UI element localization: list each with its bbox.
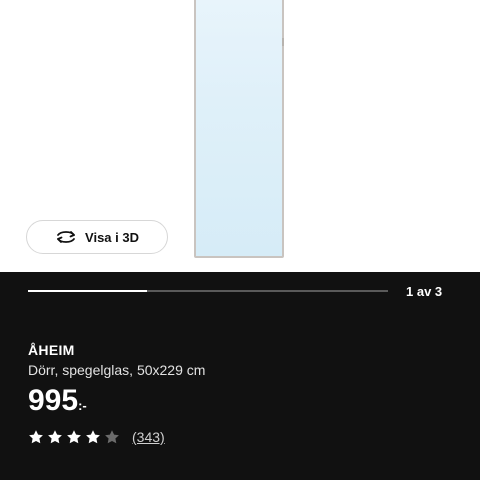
gallery-counter: 1 av 3 bbox=[406, 284, 443, 299]
product-rating[interactable]: (343) bbox=[28, 429, 165, 445]
view-in-3d-button[interactable]: Visa i 3D bbox=[26, 220, 168, 254]
product-info-panel: 1 av 3 ÅHEIM Dörr, spegelglas, 50x229 cm… bbox=[0, 272, 480, 480]
gallery-progress-fill bbox=[28, 290, 147, 292]
star-filled-icon bbox=[67, 430, 81, 444]
star-empty-icon bbox=[105, 430, 119, 444]
rotate-3d-icon bbox=[55, 229, 77, 245]
star-filled-icon bbox=[86, 430, 100, 444]
product-price: 995 :- bbox=[28, 384, 87, 418]
review-count-link[interactable]: (343) bbox=[132, 429, 165, 445]
product-image-gallery[interactable]: Visa i 3D bbox=[0, 0, 480, 272]
star-filled-icon bbox=[48, 430, 62, 444]
mirror-door-image bbox=[194, 0, 284, 258]
gallery-progress-bar bbox=[28, 290, 388, 292]
price-suffix: :- bbox=[78, 398, 87, 413]
mirror-hinge bbox=[282, 38, 284, 46]
product-description: Dörr, spegelglas, 50x229 cm bbox=[28, 362, 206, 378]
view-in-3d-label: Visa i 3D bbox=[85, 229, 139, 245]
product-name: ÅHEIM bbox=[28, 342, 75, 358]
star-filled-icon bbox=[29, 430, 43, 444]
price-value: 995 bbox=[28, 384, 79, 417]
